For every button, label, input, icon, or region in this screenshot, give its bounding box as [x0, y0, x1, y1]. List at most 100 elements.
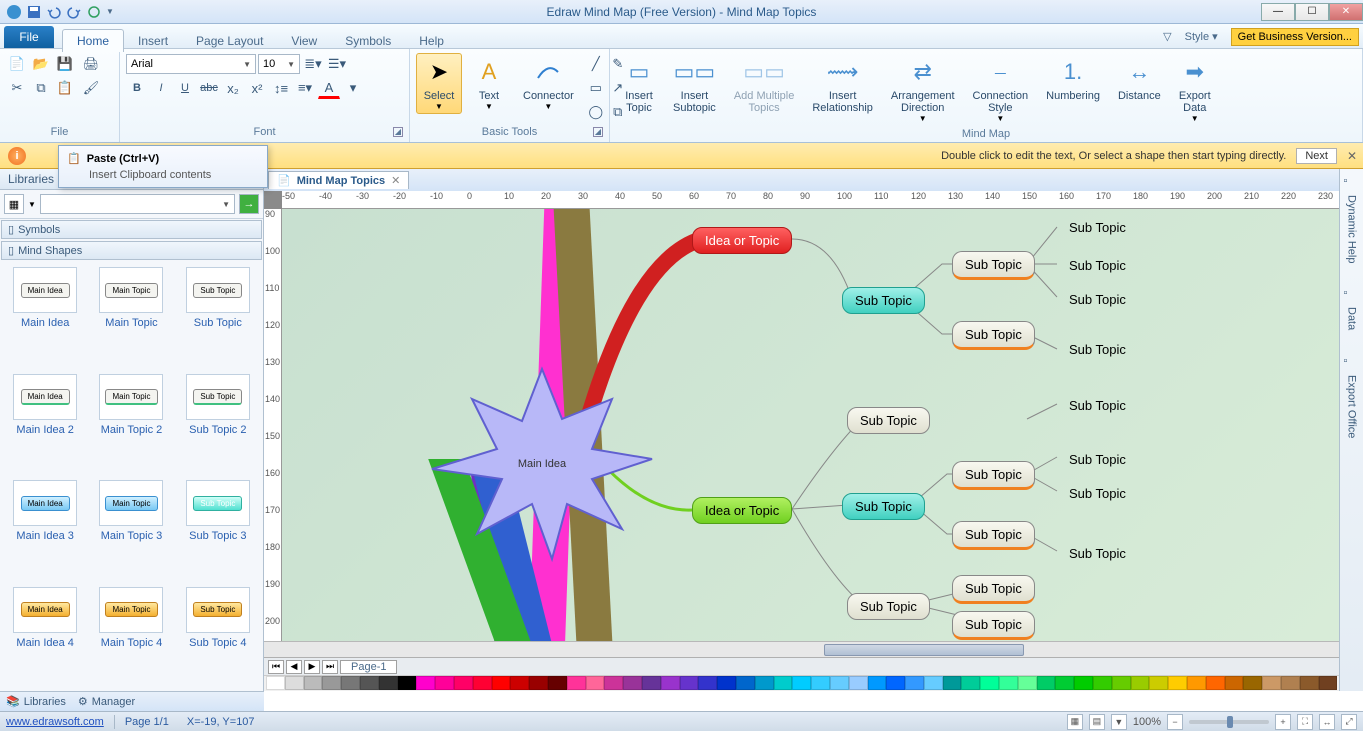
color-swatch[interactable]: [924, 676, 943, 690]
font-color-icon[interactable]: A: [318, 77, 340, 99]
connector-tool-button[interactable]: Connector ▼: [516, 53, 581, 114]
distance-button[interactable]: ↔Distance: [1111, 53, 1168, 105]
hint-close-icon[interactable]: ✕: [1347, 149, 1357, 163]
color-swatch[interactable]: [849, 676, 868, 690]
view-outline-icon[interactable]: ▤: [1089, 714, 1105, 730]
color-swatch[interactable]: [1243, 676, 1262, 690]
tab-insert[interactable]: Insert: [124, 30, 182, 52]
subtopic-label[interactable]: Sub Topic: [1057, 253, 1138, 278]
color-swatch[interactable]: [567, 676, 586, 690]
color-swatch[interactable]: [868, 676, 887, 690]
color-swatch[interactable]: [905, 676, 924, 690]
shape-sub-topic-2[interactable]: Sub TopicSub Topic 2: [179, 374, 257, 473]
connection-button[interactable]: ⎯ConnectionStyle▼: [966, 53, 1036, 126]
cut-icon[interactable]: ✂: [6, 77, 28, 99]
bottom-tab-libraries[interactable]: 📚 Libraries: [6, 695, 66, 708]
rect-tool-icon[interactable]: ▭: [585, 77, 607, 99]
bold-icon[interactable]: B: [126, 77, 148, 99]
tab-page-layout[interactable]: Page Layout: [182, 30, 277, 52]
view-normal-icon[interactable]: ▦: [1067, 714, 1083, 730]
subtopic-label[interactable]: Sub Topic: [1057, 287, 1138, 312]
subtopic-label[interactable]: Sub Topic: [1057, 337, 1138, 362]
color-swatch[interactable]: [774, 676, 793, 690]
copy-icon[interactable]: ⧉: [30, 77, 52, 99]
numbering-button[interactable]: 1.Numbering: [1039, 53, 1107, 105]
shape-main-idea-4[interactable]: Main IdeaMain Idea 4: [6, 587, 84, 686]
page-last-icon[interactable]: ⏭: [322, 660, 338, 674]
subtopic-node[interactable]: Sub Topic: [847, 593, 930, 620]
color-swatch[interactable]: [1037, 676, 1056, 690]
fit-page-icon[interactable]: ⛶: [1297, 714, 1313, 730]
highlight-icon[interactable]: ▾: [342, 77, 364, 99]
status-url[interactable]: www.edrawsoft.com: [6, 716, 104, 728]
open-icon[interactable]: 📂: [30, 53, 52, 75]
save-icon[interactable]: [26, 4, 42, 20]
panel-dynamic-help[interactable]: ▫Dynamic Help: [1344, 175, 1360, 263]
color-swatch[interactable]: [1187, 676, 1206, 690]
shape-main-idea-2[interactable]: Main IdeaMain Idea 2: [6, 374, 84, 473]
color-swatch[interactable]: [830, 676, 849, 690]
tab-view[interactable]: View: [277, 30, 331, 52]
color-swatch[interactable]: [398, 676, 417, 690]
color-swatch[interactable]: [961, 676, 980, 690]
color-swatch[interactable]: [661, 676, 680, 690]
list-icon[interactable]: ☰▾: [326, 53, 348, 75]
color-swatch[interactable]: [943, 676, 962, 690]
color-swatch[interactable]: [586, 676, 605, 690]
basic-dialog-launcher-icon[interactable]: ◢: [593, 127, 603, 137]
color-swatch[interactable]: [341, 676, 360, 690]
redo-icon[interactable]: [66, 4, 82, 20]
export-button[interactable]: ➡ExportData▼: [1172, 53, 1218, 126]
insert-topic-button[interactable]: ▭InsertTopic: [616, 53, 662, 117]
strike-icon[interactable]: abc: [198, 77, 220, 99]
color-swatch[interactable]: [736, 676, 755, 690]
new-icon[interactable]: 📄: [6, 53, 28, 75]
panel-data[interactable]: ▫Data: [1344, 287, 1360, 330]
document-tab[interactable]: 📄 Mind Map Topics ✕: [268, 171, 409, 189]
color-swatch[interactable]: [1131, 676, 1150, 690]
color-swatch[interactable]: [1093, 676, 1112, 690]
format-painter-icon[interactable]: 🖌: [80, 77, 102, 99]
canvas[interactable]: Main Idea Idea or Topic Sub Topic Sub To…: [282, 209, 1339, 641]
color-swatch[interactable]: [435, 676, 454, 690]
subscript-icon[interactable]: x₂: [222, 77, 244, 99]
zoom-slider[interactable]: [1189, 720, 1269, 724]
page-first-icon[interactable]: ⏮: [268, 660, 284, 674]
subtopic-node[interactable]: Sub Topic: [952, 251, 1035, 280]
shape-main-topic-4[interactable]: Main TopicMain Topic 4: [92, 587, 170, 686]
color-swatch[interactable]: [980, 676, 999, 690]
color-swatch[interactable]: [680, 676, 699, 690]
page-next-icon[interactable]: ▶: [304, 660, 320, 674]
color-swatch[interactable]: [492, 676, 511, 690]
shape-main-idea-3[interactable]: Main IdeaMain Idea 3: [6, 480, 84, 579]
subtopic-node[interactable]: Sub Topic: [847, 407, 930, 434]
font-size-combo[interactable]: 10▼: [258, 54, 300, 74]
color-swatch[interactable]: [1018, 676, 1037, 690]
refresh-icon[interactable]: [86, 4, 102, 20]
hint-next-button[interactable]: Next: [1296, 148, 1337, 164]
subtopic-node[interactable]: Sub Topic: [952, 611, 1035, 640]
insert-subtopic-button[interactable]: ▭▭InsertSubtopic: [666, 53, 723, 117]
subtopic-label[interactable]: Sub Topic: [1057, 447, 1138, 472]
color-swatch[interactable]: [1112, 676, 1131, 690]
color-swatch[interactable]: [416, 676, 435, 690]
color-swatch[interactable]: [999, 676, 1018, 690]
color-swatch[interactable]: [379, 676, 398, 690]
fit-width-icon[interactable]: ↔: [1319, 714, 1335, 730]
color-swatch[interactable]: [1281, 676, 1300, 690]
bottom-tab-manager[interactable]: ⚙ Manager: [78, 695, 135, 708]
zoom-in-icon[interactable]: +: [1275, 714, 1291, 730]
minimize-button[interactable]: —: [1261, 3, 1295, 21]
subtopic-label[interactable]: Sub Topic: [1057, 481, 1138, 506]
font-dialog-launcher-icon[interactable]: ◢: [393, 127, 403, 137]
lib-search-combo[interactable]: ▼: [40, 194, 235, 214]
shape-sub-topic-3[interactable]: Sub TopicSub Topic 3: [179, 480, 257, 579]
color-swatch[interactable]: [604, 676, 623, 690]
color-swatch[interactable]: [454, 676, 473, 690]
lib-view-icon[interactable]: ▦: [4, 194, 24, 214]
shape-main-idea[interactable]: Main IdeaMain Idea: [6, 267, 84, 366]
paste-icon[interactable]: 📋: [54, 77, 76, 99]
lib-go-icon[interactable]: →: [239, 194, 259, 214]
color-swatch[interactable]: [510, 676, 529, 690]
shape-sub-topic-4[interactable]: Sub TopicSub Topic 4: [179, 587, 257, 686]
